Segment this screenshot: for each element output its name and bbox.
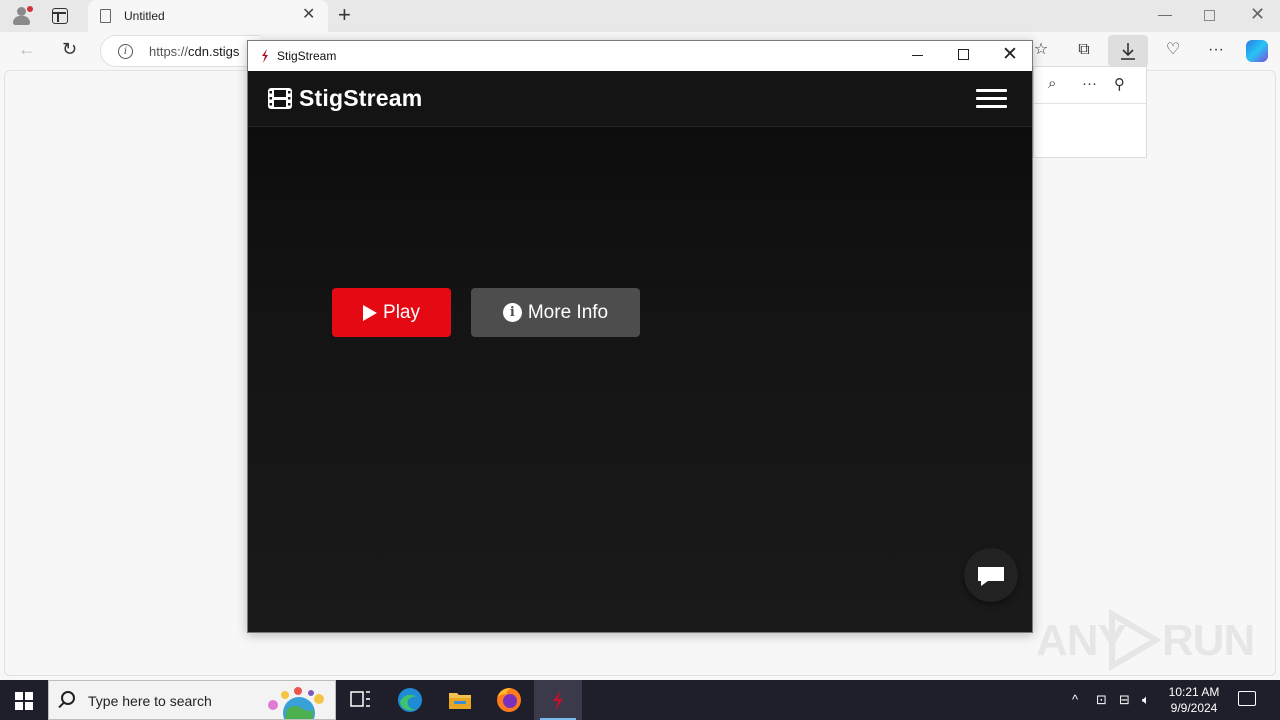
watermark-logo: ANY RUN: [1036, 608, 1255, 672]
url-text: https://cdn.stigs: [149, 44, 240, 59]
app-header: StigStream: [248, 71, 1032, 127]
browser-tabstrip: Untitled ✕ + — ✕: [0, 0, 1280, 32]
task-view-icon[interactable]: [336, 680, 384, 720]
app-window: StigStream ✕ StigStream Play i More Info: [247, 40, 1033, 633]
file-explorer-icon[interactable]: [436, 680, 484, 720]
tab-close-icon[interactable]: ✕: [302, 7, 315, 23]
clock-time: 10:21 AM: [1168, 685, 1220, 699]
browser-minimize-icon[interactable]: —: [1158, 6, 1172, 22]
search-icon[interactable]: ⌕: [1048, 75, 1056, 92]
downloads-button[interactable]: [1108, 35, 1148, 67]
downloads-panel: ⌕ ··· ⚲: [1033, 66, 1147, 158]
download-icon: [1121, 43, 1135, 60]
stigstream-app-icon: [262, 49, 268, 63]
browser-essentials-icon[interactable]: ♡: [1162, 40, 1184, 60]
app-minimize-icon[interactable]: [912, 55, 923, 56]
browser-close-icon[interactable]: ✕: [1250, 4, 1265, 25]
tab-title: Untitled: [124, 9, 165, 23]
more-options-icon[interactable]: ···: [1082, 75, 1097, 92]
hamburger-menu-icon[interactable]: [976, 89, 1008, 109]
taskbar: Type here to search ^ ⊡ ⊟ 🔈︎ 10:21 AM 9/…: [0, 680, 1280, 720]
stigstream-taskbar-icon[interactable]: [534, 680, 582, 720]
page-icon: [100, 9, 111, 23]
browser-tab[interactable]: Untitled ✕: [88, 0, 328, 32]
app-window-title: StigStream: [277, 49, 337, 63]
reload-icon[interactable]: ↻: [62, 39, 77, 60]
new-tab-icon[interactable]: +: [338, 3, 351, 27]
film-icon: [268, 88, 292, 109]
collections-icon[interactable]: ⧉: [1073, 40, 1095, 60]
play-icon: [363, 304, 378, 321]
settings-more-icon[interactable]: ···: [1205, 40, 1227, 60]
meet-now-icon[interactable]: ⊡: [1096, 692, 1107, 708]
watermark-text-right: RUN: [1162, 616, 1255, 665]
site-info-icon[interactable]: i: [118, 44, 133, 59]
pin-icon[interactable]: ⚲: [1114, 75, 1125, 93]
system-clock[interactable]: 10:21 AM 9/9/2024: [1160, 684, 1228, 716]
tab-actions-icon[interactable]: [52, 8, 68, 24]
brand-title[interactable]: StigStream: [299, 85, 422, 112]
firefox-icon[interactable]: [485, 680, 533, 720]
windows-start-icon[interactable]: [15, 692, 33, 710]
play-button-label: Play: [383, 301, 420, 323]
chat-button[interactable]: [964, 548, 1018, 602]
show-hidden-icons-icon[interactable]: ^: [1072, 692, 1078, 707]
notifications-icon[interactable]: [1238, 691, 1256, 706]
app-titlebar: StigStream ✕: [248, 41, 1032, 71]
chat-bubble-icon: [978, 567, 1004, 586]
app-close-icon[interactable]: ✕: [1002, 44, 1018, 66]
search-icon: [61, 691, 75, 705]
copilot-icon[interactable]: [1246, 40, 1268, 62]
search-highlight-globe-icon: [268, 687, 324, 719]
app-maximize-icon[interactable]: [958, 49, 969, 60]
play-button[interactable]: Play: [332, 288, 451, 337]
favorites-icon[interactable]: ☆: [1030, 40, 1052, 60]
address-bar[interactable]: i https://cdn.stigs: [100, 35, 260, 67]
browser-restore-icon[interactable]: [1204, 10, 1215, 21]
profile-avatar-icon[interactable]: [10, 5, 34, 27]
taskbar-search[interactable]: Type here to search: [48, 680, 336, 720]
app-content: StigStream Play i More Info: [248, 71, 1032, 632]
more-info-button[interactable]: i More Info: [471, 288, 640, 337]
info-icon: i: [502, 303, 522, 322]
back-arrow-icon[interactable]: ←: [18, 39, 36, 60]
clock-date: 9/9/2024: [1170, 701, 1218, 715]
more-info-button-label: More Info: [527, 301, 609, 323]
taskbar-search-placeholder: Type here to search: [88, 693, 212, 709]
watermark-play-icon: [1109, 610, 1162, 670]
volume-icon[interactable]: 🔈︎: [1142, 692, 1150, 708]
edge-browser-icon[interactable]: [386, 680, 434, 720]
network-icon[interactable]: ⊟: [1119, 692, 1130, 708]
